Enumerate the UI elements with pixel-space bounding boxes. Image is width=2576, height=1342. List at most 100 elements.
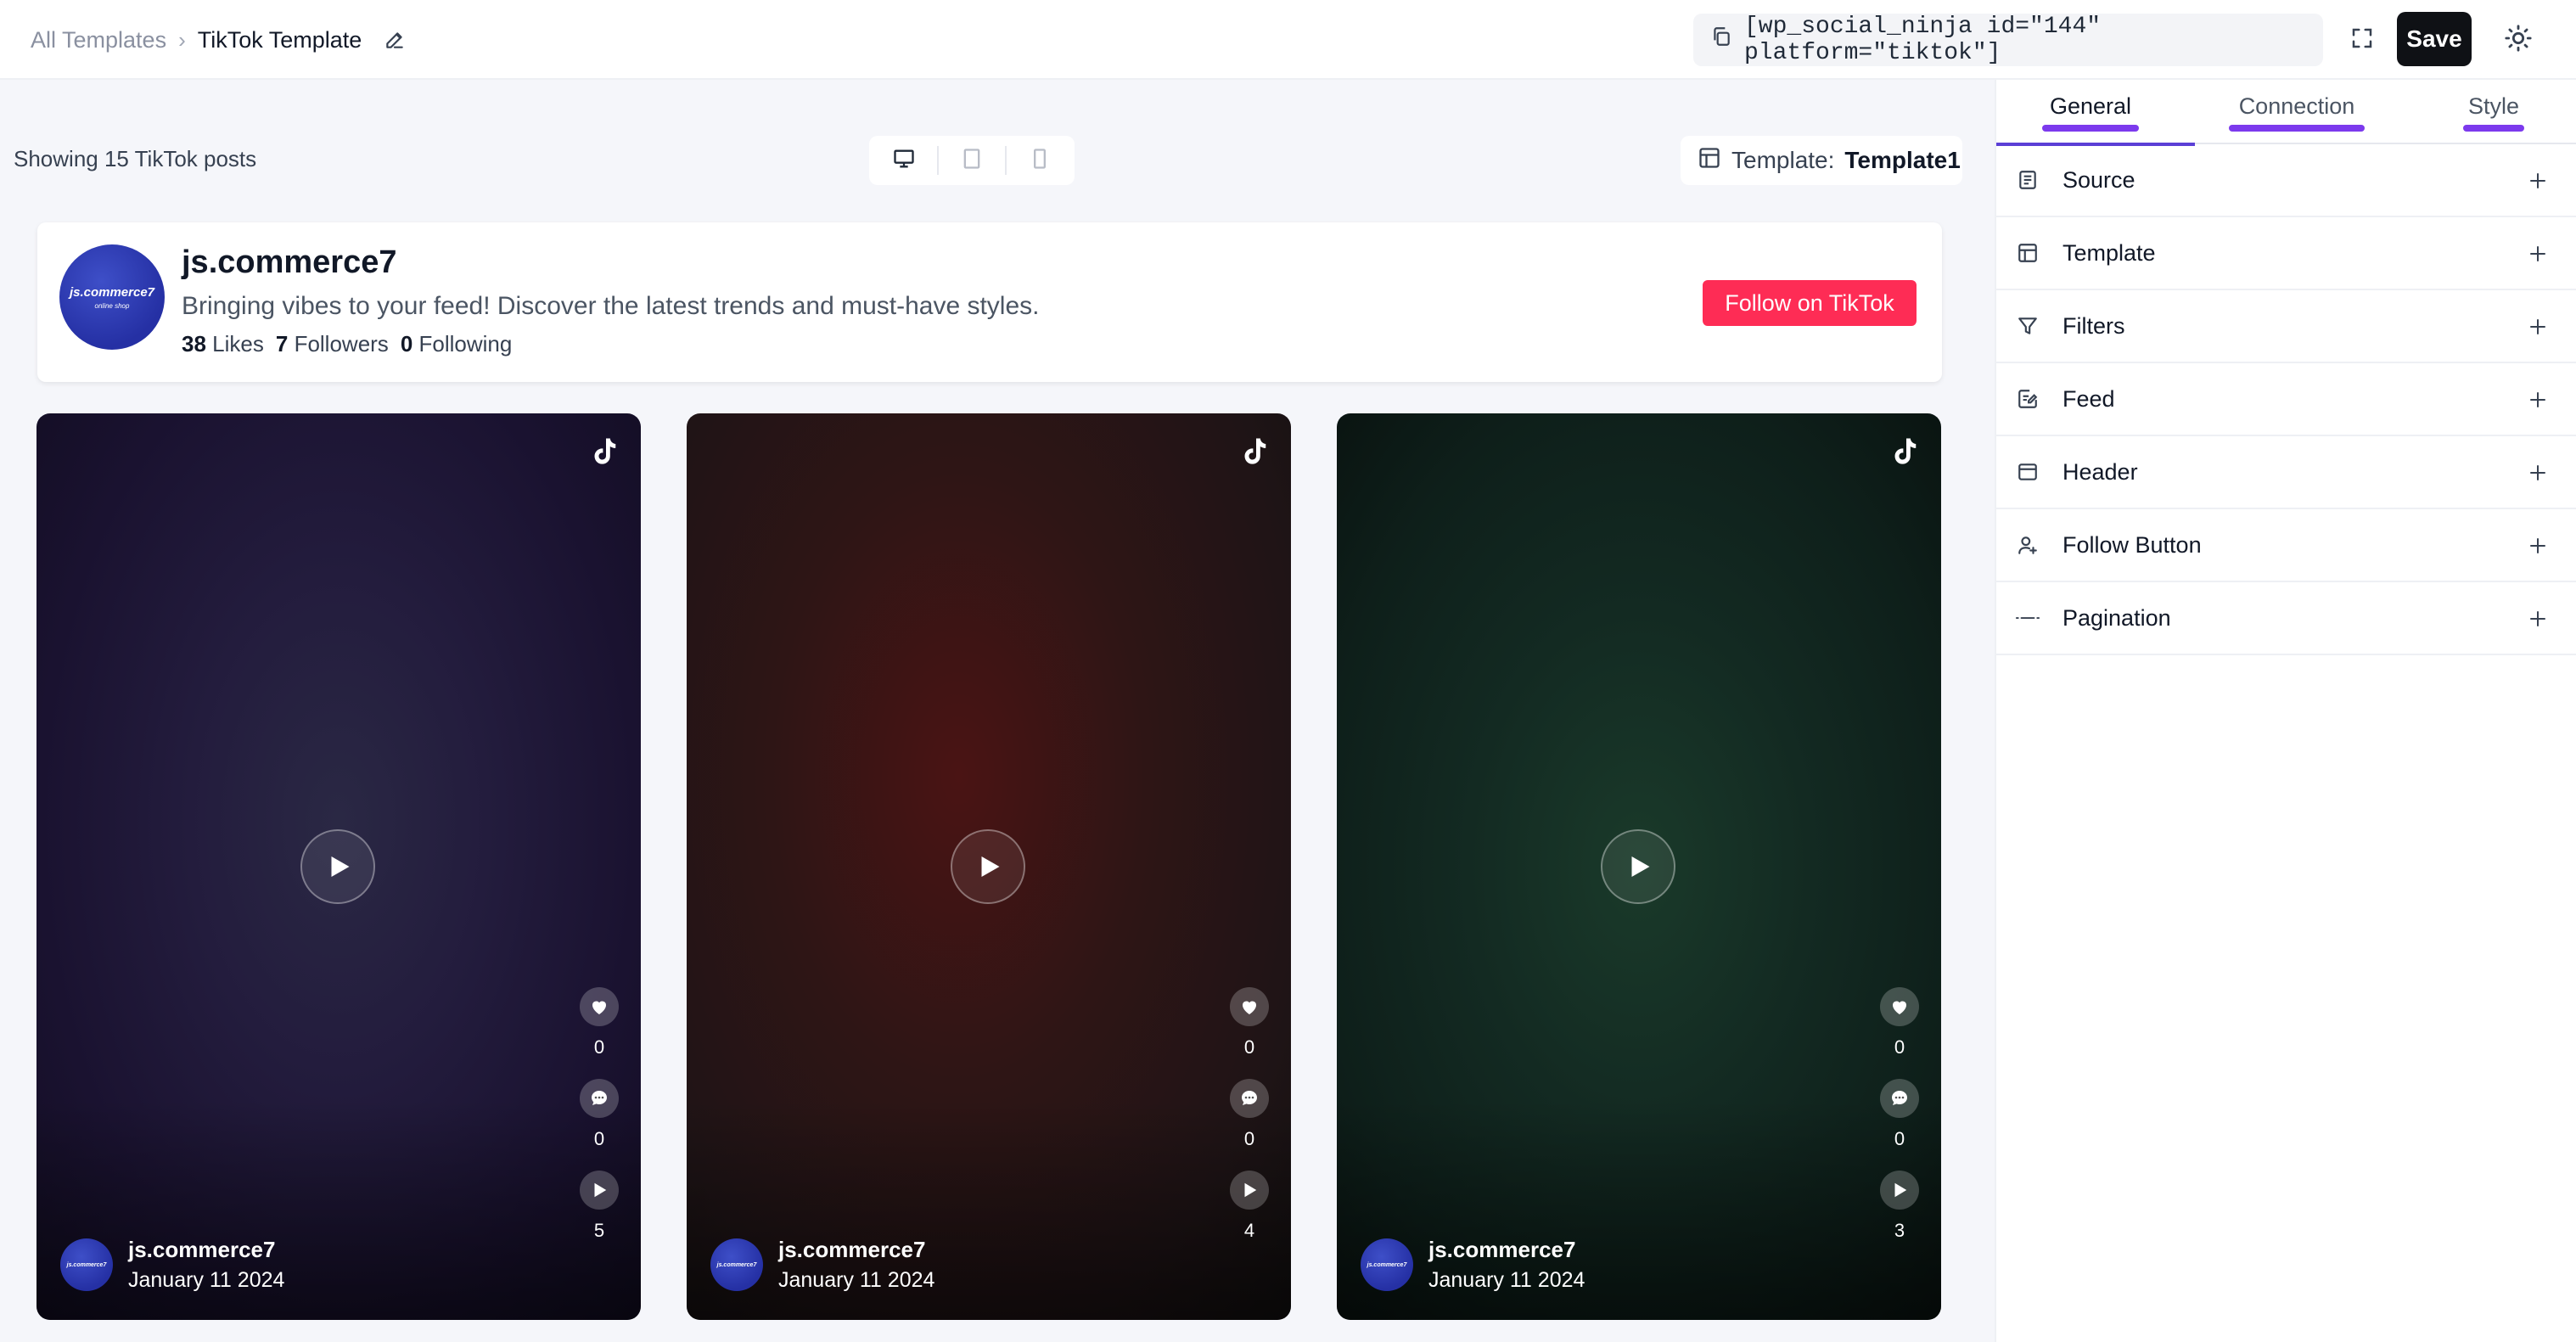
desktop-icon[interactable] [892, 147, 916, 175]
video-date: January 11 2024 [1428, 1268, 1585, 1292]
comment-stat: 0 [1878, 1079, 1921, 1150]
profile-avatar: js.commerce7 online shop [59, 244, 165, 350]
author-avatar: js.commerce7 [710, 1238, 763, 1291]
pencil-icon[interactable] [382, 27, 407, 53]
shortcode-text: [wp_social_ninja id="144" platform="tikt… [1744, 14, 2102, 66]
plus-icon[interactable] [2525, 168, 2551, 194]
tab-underline [2463, 124, 2524, 132]
followers-label: Followers [294, 331, 389, 357]
section-label: Pagination [2062, 604, 2171, 631]
play-button[interactable] [951, 829, 1025, 904]
author-avatar: js.commerce7 [60, 1238, 113, 1291]
author-name[interactable]: js.commerce7 [778, 1237, 934, 1263]
play-count-icon [580, 1171, 619, 1210]
comment-count: 0 [593, 1128, 605, 1149]
top-bar: All Templates › TikTok Template [wp_soci… [0, 0, 2576, 80]
device-divider [936, 146, 939, 175]
plus-icon[interactable] [2525, 314, 2551, 340]
fullscreen-button[interactable] [2336, 14, 2388, 66]
template-selector[interactable]: Template: Template1 [1681, 136, 1962, 185]
tab-connection[interactable]: Connection [2229, 80, 2365, 144]
profile-stats: 38 Likes 7 Followers 0 Following [182, 331, 512, 357]
like-count: 0 [593, 1036, 605, 1058]
device-divider [1005, 146, 1007, 175]
like-stat: 0 [1228, 987, 1271, 1058]
breadcrumb-separator: › [178, 26, 186, 53]
tiktok-logo-icon [588, 435, 619, 469]
copy-icon[interactable] [1710, 25, 1732, 55]
plus-icon[interactable] [2525, 606, 2551, 632]
tab-underline [2042, 124, 2139, 132]
play-count: 5 [593, 1220, 605, 1241]
video-meta: js.commerce7 js.commerce7 January 11 202… [710, 1237, 934, 1293]
heart-icon [1230, 987, 1269, 1026]
template-label: Template: [1731, 147, 1835, 173]
play-icon [981, 856, 1000, 877]
plus-icon[interactable] [2525, 241, 2551, 267]
template-value: Template1 [1844, 147, 1961, 173]
likes-label: Likes [212, 331, 264, 357]
plus-icon[interactable] [2525, 460, 2551, 486]
profile-header-card: js.commerce7 online shop js.commerce7 Br… [37, 222, 1942, 382]
video-meta: js.commerce7 js.commerce7 January 11 202… [1361, 1237, 1585, 1293]
mobile-icon[interactable] [1028, 147, 1052, 175]
expand-icon [2349, 25, 2375, 55]
shortcode-copy-field[interactable]: [wp_social_ninja id="144" platform="tikt… [1693, 14, 2323, 66]
play-count-icon [1880, 1171, 1919, 1210]
video-card[interactable]: 0 0 3 js.commerce7 js.commerce7 January … [1337, 413, 1941, 1320]
plus-icon[interactable] [2525, 533, 2551, 559]
like-stat: 0 [578, 987, 620, 1058]
device-switcher [869, 136, 1075, 185]
save-button[interactable]: Save [2397, 12, 2472, 66]
section-pagination[interactable]: Pagination [1996, 582, 2576, 655]
tab-general[interactable]: General [2042, 80, 2139, 144]
comment-count: 0 [1894, 1128, 1905, 1149]
tablet-icon[interactable] [960, 147, 984, 175]
section-follow-button[interactable]: Follow Button [1996, 509, 2576, 582]
author-name[interactable]: js.commerce7 [128, 1237, 284, 1263]
section-label: Template [2062, 239, 2156, 266]
sun-icon [2504, 24, 2533, 57]
play-stat: 3 [1878, 1171, 1921, 1242]
following-count: 0 [400, 331, 413, 357]
video-card[interactable]: 0 0 5 js.commerce7 js.commerce7 January … [36, 413, 641, 1320]
video-meta: js.commerce7 js.commerce7 January 11 202… [60, 1237, 284, 1293]
breadcrumb-current: TikTok Template [197, 26, 362, 53]
breadcrumb-all-templates[interactable]: All Templates [31, 27, 166, 53]
plus-icon[interactable] [2525, 387, 2551, 413]
section-filters[interactable]: Filters [1996, 290, 2576, 363]
section-source[interactable]: Source [1996, 144, 2576, 217]
play-icon [1631, 856, 1650, 877]
author-avatar: js.commerce7 [1361, 1238, 1413, 1291]
play-icon [331, 856, 350, 877]
section-template[interactable]: Template [1996, 217, 2576, 290]
tiktok-logo-icon [1889, 435, 1919, 469]
section-feed[interactable]: Feed [1996, 363, 2576, 436]
tab-style[interactable]: Style [2463, 80, 2524, 144]
video-date: January 11 2024 [128, 1268, 285, 1292]
pagination-icon [2015, 605, 2040, 631]
play-count: 4 [1243, 1220, 1255, 1241]
follow-on-tiktok-button[interactable]: Follow on TikTok [1703, 280, 1917, 326]
heart-icon [1880, 987, 1919, 1026]
play-stat: 5 [578, 1171, 620, 1242]
section-label: Follow Button [2062, 531, 2202, 558]
user-plus-icon [2015, 532, 2040, 558]
like-count: 0 [1894, 1036, 1905, 1058]
header-icon [2015, 459, 2040, 485]
author-name[interactable]: js.commerce7 [1428, 1237, 1585, 1263]
feed-icon [2015, 386, 2040, 412]
following-label: Following [418, 331, 513, 357]
settings-panel: General Connection Style Source Template… [1995, 80, 2576, 1342]
profile-name: js.commerce7 [182, 244, 397, 280]
play-button[interactable] [300, 829, 375, 904]
play-button[interactable] [1601, 829, 1675, 904]
section-header[interactable]: Header [1996, 436, 2576, 509]
theme-toggle-button[interactable] [2492, 14, 2545, 66]
video-card[interactable]: 0 0 4 js.commerce7 js.commerce7 January … [687, 413, 1291, 1320]
followers-count: 7 [275, 331, 289, 357]
likes-count: 38 [182, 331, 206, 357]
heart-icon [580, 987, 619, 1026]
breadcrumb: All Templates › TikTok Template [31, 0, 407, 80]
comment-icon [1880, 1079, 1919, 1118]
